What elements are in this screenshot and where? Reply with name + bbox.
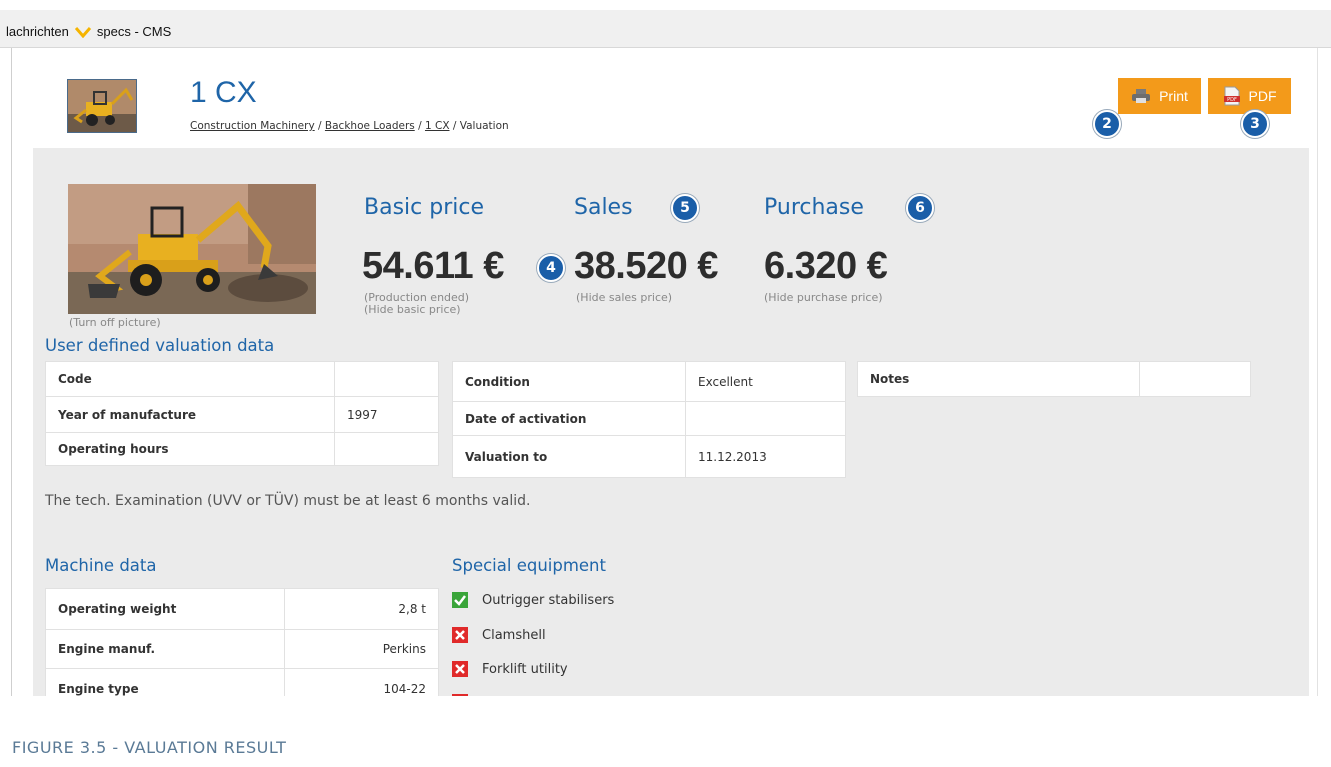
table-row: Code xyxy=(45,361,439,397)
chevron-down-icon xyxy=(74,26,91,38)
equipment-label: Clamshell xyxy=(482,627,546,643)
breadcrumb: Construction Machinery / Backhoe Loaders… xyxy=(190,120,509,132)
cross-icon xyxy=(452,627,468,643)
machine-data-title: Machine data xyxy=(45,556,157,575)
date-of-activation-field[interactable] xyxy=(685,401,846,436)
table-row: Year of manufacture 1997 xyxy=(45,396,439,433)
print-label: Print xyxy=(1159,88,1188,104)
turn-off-picture-link[interactable]: (Turn off picture) xyxy=(69,316,161,329)
callout-badge: 6 xyxy=(906,194,934,222)
operating-hours-field[interactable] xyxy=(334,432,439,466)
cross-icon xyxy=(452,661,468,677)
equipment-label: Outrigger stabilisers xyxy=(482,592,615,608)
tab-label-partial: lachrichten xyxy=(6,24,69,39)
callout-badge: 5 xyxy=(671,194,699,222)
table-row: Operating weight 2,8 t xyxy=(45,588,439,630)
user-data-table: Code Year of manufacture 1997 Operating … xyxy=(45,361,439,466)
table-row: Operating hours xyxy=(45,432,439,466)
machine-photo[interactable] xyxy=(68,184,316,314)
breadcrumb-separator: / xyxy=(452,120,460,132)
year-field[interactable]: 1997 xyxy=(334,396,439,433)
printer-icon xyxy=(1132,89,1151,103)
print-button[interactable]: Print xyxy=(1118,78,1201,114)
field-label: Condition xyxy=(452,361,686,402)
table-row: Engine type 104-22 xyxy=(45,668,439,696)
notes-field[interactable] xyxy=(1139,361,1251,397)
field-value: 104-22 xyxy=(284,668,439,696)
table-row: Valuation to 11.12.2013 xyxy=(452,435,846,478)
hide-basic-price-link[interactable]: (Hide basic price) xyxy=(364,304,461,316)
pdf-label: PDF xyxy=(1248,88,1277,104)
field-label: Date of activation xyxy=(452,401,686,436)
basic-price-value: 54.611 € xyxy=(362,245,504,287)
breadcrumb-separator: / xyxy=(318,120,325,132)
field-value: Perkins xyxy=(284,629,439,669)
equipment-item: Forklift utility xyxy=(452,661,568,677)
scrollbar-track[interactable] xyxy=(1317,48,1331,696)
browser-tab-strip: lachrichten specs - CMS xyxy=(0,10,1331,48)
equipment-item: Clamshell xyxy=(452,627,546,643)
field-value: 2,8 t xyxy=(284,588,439,630)
breadcrumb-current: Valuation xyxy=(459,120,509,132)
figure-caption: FIGURE 3.5 - VALUATION RESULT xyxy=(12,738,287,757)
pdf-file-icon: PDF xyxy=(1223,86,1240,106)
table-row: Condition Excellent xyxy=(452,361,846,402)
page-title: 1 CX xyxy=(190,76,257,109)
breadcrumb-link[interactable]: Backhoe Loaders xyxy=(325,120,415,132)
sales-price-value: 38.520 € xyxy=(574,245,718,287)
page-header: 1 CX Construction Machinery / Backhoe Lo… xyxy=(33,48,1309,148)
table-row: Engine manuf. Perkins xyxy=(45,629,439,669)
examination-note: The tech. Examination (UVV or TÜV) must … xyxy=(45,493,531,509)
callout-badge: 3 xyxy=(1241,110,1269,138)
pdf-button[interactable]: PDF PDF xyxy=(1208,78,1291,114)
sales-heading: Sales xyxy=(574,195,633,220)
field-label: Operating hours xyxy=(45,432,335,466)
purchase-price-value: 6.320 € xyxy=(764,245,888,287)
cross-icon xyxy=(452,694,468,696)
special-equipment-title: Special equipment xyxy=(452,556,606,575)
equipment-label: Forklift utility xyxy=(482,661,568,677)
callout-badge: 4 xyxy=(537,254,565,282)
hide-purchase-price-link[interactable]: (Hide purchase price) xyxy=(764,292,883,304)
valuation-to-field[interactable]: 11.12.2013 xyxy=(685,435,846,478)
callout-badge: 2 xyxy=(1093,110,1121,138)
field-label: Year of manufacture xyxy=(45,396,335,433)
condition-table: Condition Excellent Date of activation V… xyxy=(452,361,846,478)
field-label: Engine type xyxy=(45,668,285,696)
field-label: Code xyxy=(45,361,335,397)
field-label: Engine manuf. xyxy=(45,629,285,669)
machine-thumbnail xyxy=(67,79,137,133)
basic-price-heading: Basic price xyxy=(364,195,484,220)
table-row: Notes xyxy=(857,361,1251,397)
machine-data-table: Operating weight 2,8 t Engine manuf. Per… xyxy=(45,588,439,696)
checkmark-icon xyxy=(452,592,468,608)
breadcrumb-separator: / xyxy=(418,120,425,132)
tab-label: specs - CMS xyxy=(96,24,172,39)
browser-tab[interactable]: lachrichten specs - CMS xyxy=(6,24,171,39)
code-field[interactable] xyxy=(334,361,439,397)
equipment-item: Outrigger stabilisers xyxy=(452,592,614,608)
user-data-title: User defined valuation data xyxy=(45,336,275,355)
screenshot-frame: lachrichten specs - CMS 1 CX Constructio… xyxy=(0,0,1331,767)
field-label: Operating weight xyxy=(45,588,285,630)
hide-sales-price-link[interactable]: (Hide sales price) xyxy=(576,292,672,304)
condition-field[interactable]: Excellent xyxy=(685,361,846,402)
window-border xyxy=(11,48,12,696)
notes-label: Notes xyxy=(857,361,1140,397)
notes-table: Notes xyxy=(857,361,1251,397)
svg-text:PDF: PDF xyxy=(1227,97,1237,103)
table-row: Date of activation xyxy=(452,401,846,436)
purchase-heading: Purchase xyxy=(764,195,864,220)
breadcrumb-link[interactable]: Construction Machinery xyxy=(190,120,315,132)
breadcrumb-link[interactable]: 1 CX xyxy=(425,120,450,132)
field-label: Valuation to xyxy=(452,435,686,478)
valuation-page: 1 CX Construction Machinery / Backhoe Lo… xyxy=(33,48,1309,696)
